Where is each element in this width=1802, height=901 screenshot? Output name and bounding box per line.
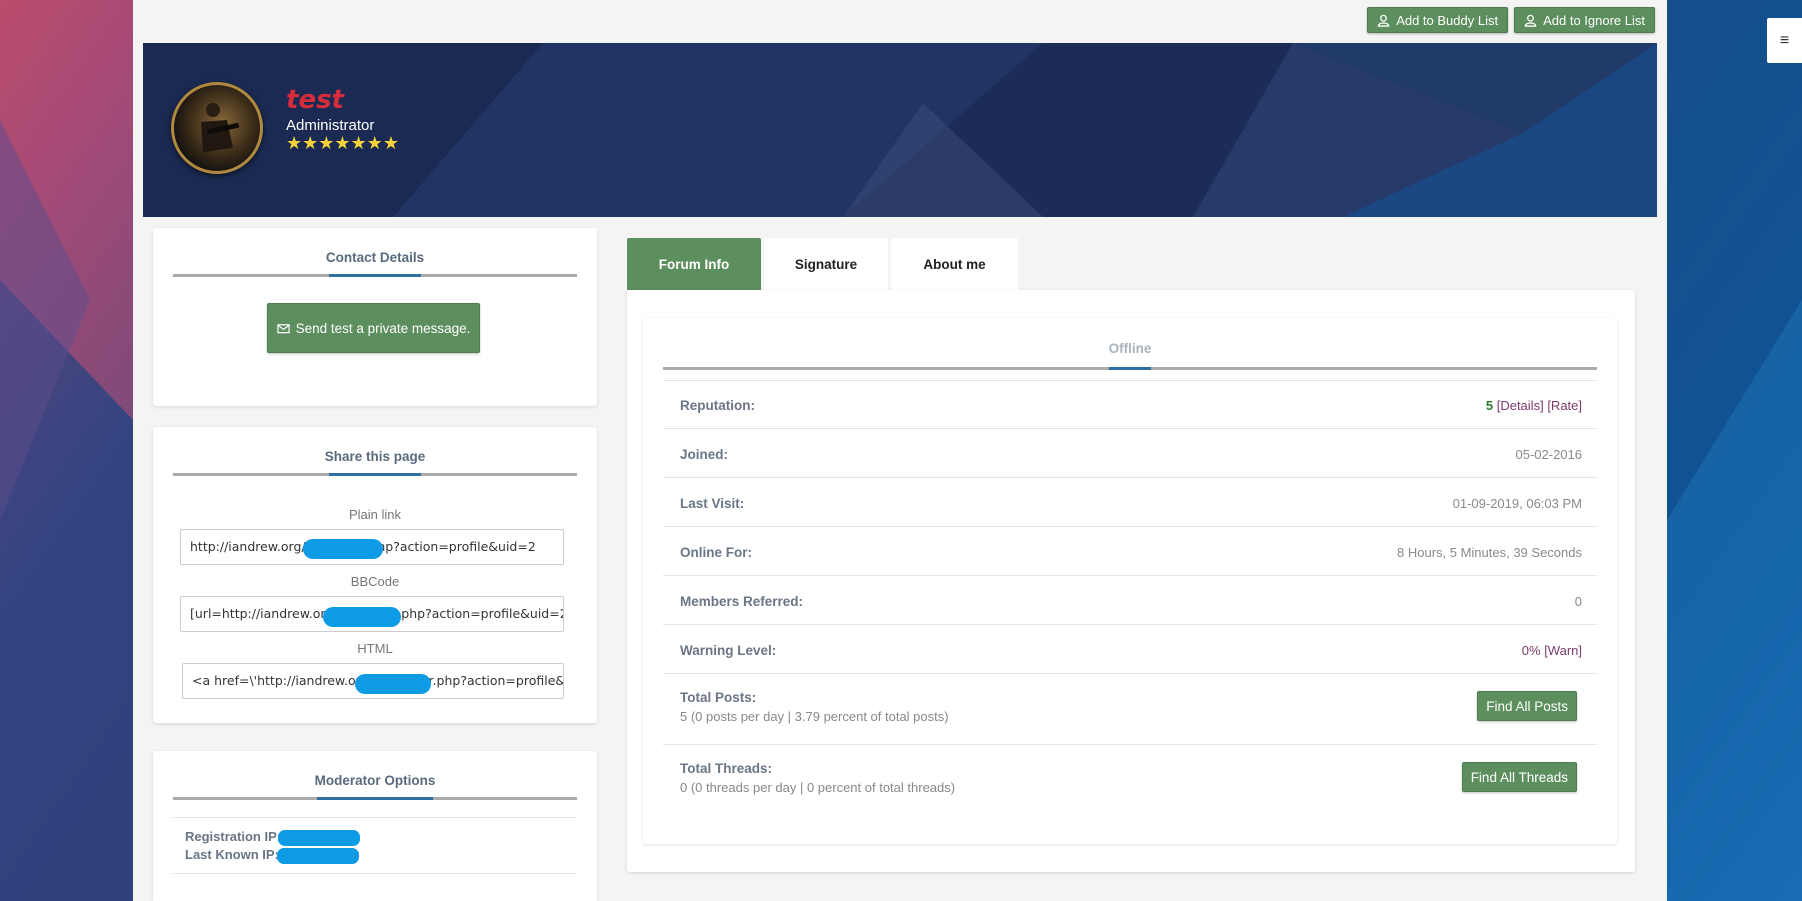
- username: test: [286, 85, 344, 115]
- last-visit-value: 01-09-2019, 06:03 PM: [1452, 496, 1582, 511]
- moderator-heading: Moderator Options: [314, 773, 436, 788]
- members-referred-label: Members Referred:: [680, 594, 804, 609]
- last-known-ip-label: Last Known IP:: [185, 847, 279, 862]
- envelope-icon: [276, 323, 290, 333]
- user-stars: ★★★★★★★: [286, 133, 399, 153]
- status-divider: [663, 367, 1597, 370]
- online-for-value: 8 Hours, 5 Minutes, 39 Seconds: [1397, 545, 1582, 560]
- tab-signature[interactable]: Signature: [764, 238, 888, 290]
- moderator-divider: [173, 797, 577, 800]
- total-posts-row: Total Posts: 5 (0 posts per day | 3.79 p…: [663, 673, 1597, 744]
- tab-about-me[interactable]: About me: [891, 238, 1018, 290]
- joined-row: Joined: 05-02-2016: [663, 428, 1597, 477]
- contact-details-card: Contact Details Send test a private mess…: [153, 228, 597, 406]
- reputation-rate-link[interactable]: [Rate]: [1547, 398, 1582, 413]
- reputation-row: Reputation: 5 [Details] [Rate]: [663, 380, 1597, 429]
- profile-actions: Add to Buddy List Add to Ignore List: [1367, 7, 1655, 33]
- user-avatar: [171, 82, 263, 174]
- html-label: HTML: [357, 641, 393, 656]
- avatar-figure-icon: [201, 103, 239, 152]
- warning-level-label: Warning Level:: [680, 643, 777, 658]
- joined-value: 05-02-2016: [1515, 447, 1583, 462]
- tab-forum-info[interactable]: Forum Info: [627, 238, 761, 290]
- add-to-buddy-list-button[interactable]: Add to Buddy List: [1367, 7, 1509, 33]
- pm-label: Send test a private message.: [295, 320, 471, 336]
- share-divider: [173, 473, 577, 476]
- members-referred-value: 0: [1574, 594, 1582, 609]
- total-posts-detail: 5 (0 posts per day | 3.79 percent of tot…: [680, 709, 949, 724]
- online-for-label: Online For:: [680, 545, 752, 560]
- registration-ip-label: Registration IP:: [185, 829, 282, 844]
- send-private-message-button[interactable]: Send test a private message.: [267, 303, 480, 353]
- redaction-mark: [355, 674, 431, 694]
- reputation-value: 5: [1485, 398, 1494, 413]
- reputation-value-group: 5 [Details] [Rate]: [1486, 398, 1582, 413]
- user-info: test Administrator ★★★★★★★: [286, 85, 399, 152]
- forum-info-panel: Offline Reputation: 5 [Details] [Rate] J…: [627, 290, 1635, 872]
- joined-label: Joined:: [680, 447, 729, 462]
- total-threads-label: Total Threads:: [680, 761, 773, 776]
- redaction-mark: [277, 848, 359, 864]
- contact-heading: Contact Details: [325, 250, 425, 265]
- bbcode-label: BBCode: [350, 574, 400, 589]
- share-heading: Share this page: [324, 449, 426, 464]
- warning-level-value: 0%: [1521, 643, 1541, 658]
- total-threads-row: Total Threads: 0 (0 threads per day | 0 …: [663, 744, 1597, 815]
- warning-level-row: Warning Level: 0% [Warn]: [663, 624, 1597, 673]
- profile-tabs: Forum Info Signature About me: [627, 238, 1018, 290]
- redaction-mark: [303, 539, 383, 559]
- profile-page: Add to Buddy List Add to Ignore List tes…: [133, 0, 1667, 901]
- warn-link[interactable]: [Warn]: [1544, 643, 1582, 658]
- add-to-ignore-list-button[interactable]: Add to Ignore List: [1514, 7, 1655, 33]
- user-title: Administrator: [286, 117, 375, 134]
- last-visit-label: Last Visit:: [680, 496, 745, 511]
- user-icon: [1377, 14, 1390, 27]
- hamburger-icon: ≡: [1779, 31, 1790, 49]
- contact-divider: [173, 274, 577, 277]
- forum-info-inner-card: Offline Reputation: 5 [Details] [Rate] J…: [643, 318, 1617, 844]
- online-for-row: Online For: 8 Hours, 5 Minutes, 39 Secon…: [663, 526, 1597, 575]
- redaction-mark: [278, 830, 360, 846]
- plain-link-label: Plain link: [348, 507, 402, 522]
- redaction-mark: [323, 607, 401, 627]
- buddy-label: Add to Buddy List: [1396, 12, 1499, 28]
- reputation-details-link[interactable]: [Details]: [1497, 398, 1544, 413]
- moderator-options-card: Moderator Options Registration IP: Last …: [153, 751, 597, 901]
- members-referred-row: Members Referred: 0: [663, 575, 1597, 624]
- ignore-label: Add to Ignore List: [1543, 12, 1645, 28]
- reputation-label: Reputation:: [680, 398, 755, 413]
- profile-banner: test Administrator ★★★★★★★: [143, 43, 1657, 217]
- total-posts-label: Total Posts:: [680, 690, 757, 705]
- user-icon: [1524, 14, 1537, 27]
- last-visit-row: Last Visit: 01-09-2019, 06:03 PM: [663, 477, 1597, 526]
- total-threads-detail: 0 (0 threads per day | 0 percent of tota…: [680, 780, 956, 795]
- warning-level-value-group: 0% [Warn]: [1522, 643, 1582, 658]
- online-status: Offline: [1108, 341, 1152, 356]
- find-all-posts-button[interactable]: Find All Posts: [1477, 691, 1577, 721]
- find-all-threads-button[interactable]: Find All Threads: [1461, 762, 1577, 792]
- menu-toggle-button[interactable]: ≡: [1767, 18, 1802, 63]
- share-card: Share this page Plain link http://iandre…: [153, 427, 597, 723]
